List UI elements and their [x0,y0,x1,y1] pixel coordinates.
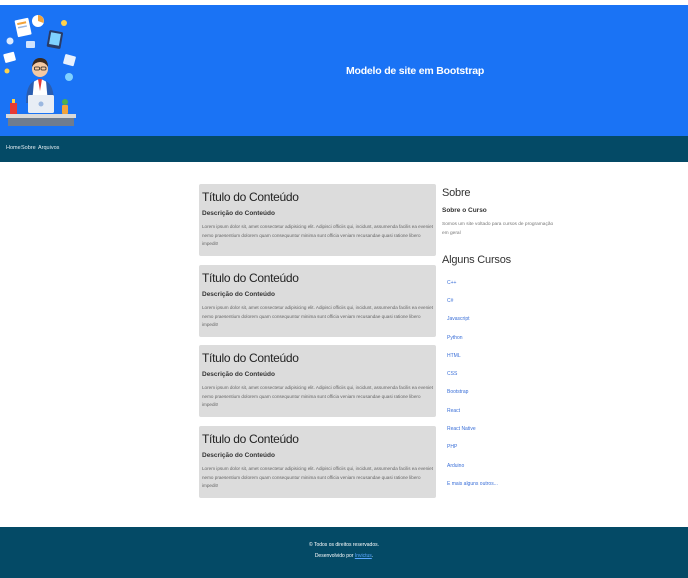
nav-link-arquivos[interactable]: Arquivos [38,145,59,151]
card-title: Título do Conteúdo [202,351,299,365]
card-text: Lorem ipsum dolor sit, amet consectetur … [202,466,433,488]
footer-author-link[interactable]: Invictus [355,553,372,559]
course-link-more[interactable]: E mais alguns outros... [447,481,498,487]
course-link-csharp[interactable]: C# [447,298,453,304]
card-title: Título do Conteúdo [202,271,299,285]
course-link-php[interactable]: PHP [447,444,457,450]
site-title: Modelo de site em Bootstrap [345,65,485,77]
content-card: Título do Conteúdo Descrição do Conteúdo… [199,184,436,256]
course-link-arduino[interactable]: Arduino [447,463,464,469]
card-subtitle: Descrição do Conteúdo [202,371,275,378]
footer: © Todos os direitos reservados. Desenvol… [0,527,688,578]
card-title: Título do Conteúdo [202,432,299,446]
course-link-react[interactable]: React [447,408,460,414]
card-subtitle: Descrição do Conteúdo [202,210,275,217]
nav-link-sobre[interactable]: Sobre [21,145,36,151]
hero-header: Modelo de site em Bootstrap [0,5,688,136]
content-card: Título do Conteúdo Descrição do Conteúdo… [199,265,436,337]
course-link-cpp[interactable]: C++ [447,280,456,286]
footer-developed-by: Desenvolvido por [314,553,354,559]
card-title: Título do Conteúdo [202,190,299,204]
card-subtitle: Descrição do Conteúdo [202,291,275,298]
navbar: Home Sobre Arquivos [0,136,688,162]
content-card: Título do Conteúdo Descrição do Conteúdo… [199,426,436,498]
sidebar-about-subheading: Sobre o Curso [442,207,487,214]
footer-rights: © Todos os direitos reservados. [308,542,379,548]
course-link-html[interactable]: HTML [447,353,461,359]
nav-link-home[interactable]: Home [6,145,21,151]
sidebar-about-text: Somos um site voltado para cursos de pro… [442,222,554,236]
course-link-javascript[interactable]: Javascript [447,316,470,322]
course-link-python[interactable]: Python [447,335,463,341]
page: Modelo de site em Bootstrap Home Sobre A… [0,5,688,578]
card-text: Lorem ipsum dolor sit, amet consectetur … [202,305,433,327]
developer-at-laptop-illustration [3,15,76,126]
card-text: Lorem ipsum dolor sit, amet consectetur … [202,224,433,246]
footer-suffix: . [371,553,374,559]
card-subtitle: Descrição do Conteúdo [202,452,275,459]
content-card: Título do Conteúdo Descrição do Conteúdo… [199,345,436,417]
sidebar-about-heading: Sobre [442,187,471,199]
course-link-css[interactable]: CSS [447,371,457,377]
course-link-react-native[interactable]: React Native [447,426,476,432]
footer-credit: Desenvolvido por Invictus. [0,553,688,559]
card-text: Lorem ipsum dolor sit, amet consectetur … [202,385,433,407]
course-link-bootstrap[interactable]: Bootstrap [447,389,468,395]
sidebar-courses-heading: Alguns Cursos [442,254,511,266]
